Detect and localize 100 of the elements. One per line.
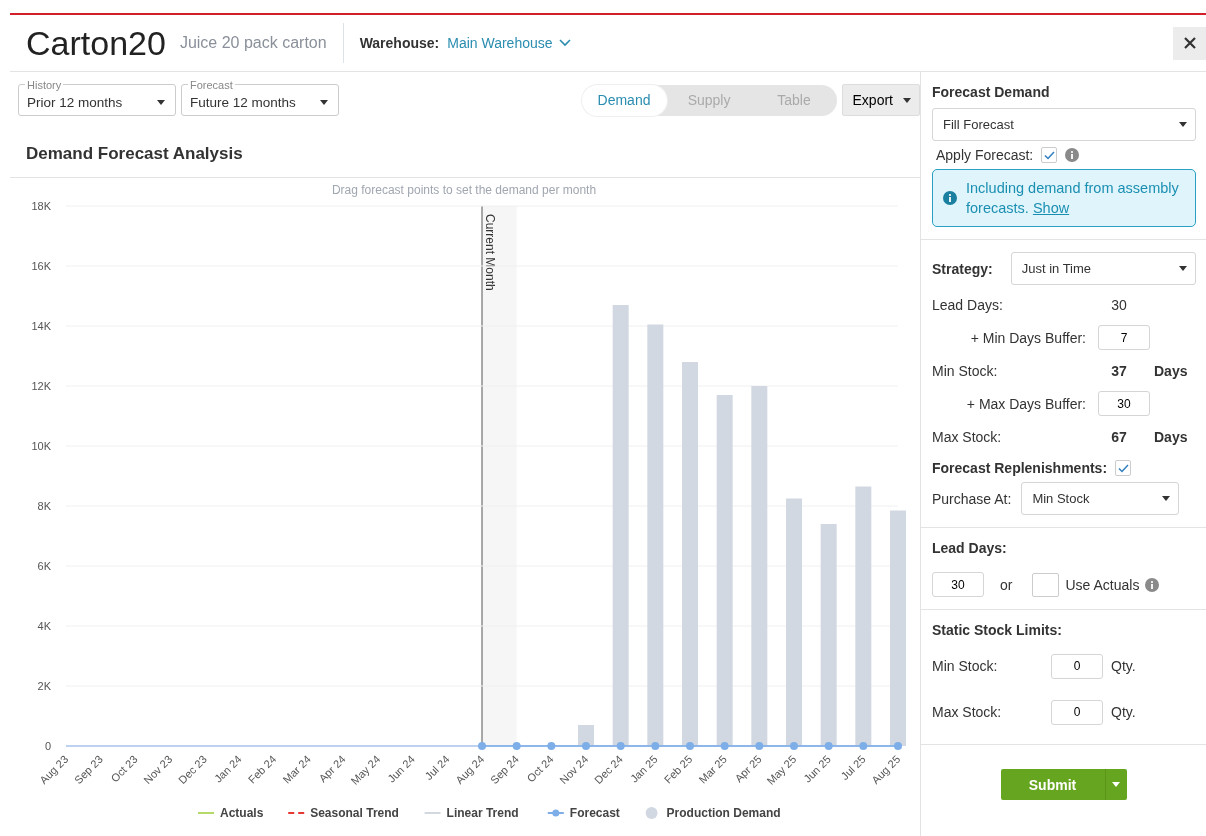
axis-label: 18K [31, 200, 51, 212]
axis-label: Sep 24 [487, 752, 522, 787]
legend-label[interactable]: Production Demand [666, 806, 781, 820]
axis-label: 0 [44, 740, 51, 752]
forecast-point[interactable] [651, 742, 660, 750]
legend-swatch-icon [546, 809, 565, 817]
legend-label[interactable]: Forecast [569, 806, 620, 820]
caret-icon [1112, 782, 1120, 787]
axis-label: Jan 25 [627, 752, 660, 785]
field-label: Max Stock: [932, 428, 1003, 445]
info-icon[interactable] [1065, 148, 1080, 162]
forecast-point[interactable] [616, 742, 625, 750]
legend-label[interactable]: Linear Trend [446, 806, 519, 820]
info-icon[interactable] [1145, 577, 1160, 592]
field-label: Lead Days: [932, 296, 1004, 313]
axis-label: May 25 [764, 752, 799, 787]
section-heading: Lead Days: [932, 540, 1008, 556]
section-heading: Static Stock Limits: [932, 622, 1063, 638]
axis-label: Jul 24 [422, 752, 452, 783]
axis-label: 10K [31, 440, 51, 452]
axis-label: Dec 23 [175, 752, 210, 787]
chevron-icon [558, 39, 571, 47]
product-subtitle: Juice 20 pack carton [179, 34, 327, 52]
legend-label[interactable]: Actuals [220, 806, 264, 820]
product-title: Carton20 [26, 23, 166, 63]
field-value: 37 [1110, 362, 1128, 379]
number-field[interactable]: 0 [1051, 653, 1103, 679]
field-value: 67 [1110, 428, 1128, 445]
legend-swatch-icon [645, 807, 658, 819]
number-field[interactable]: 30 [932, 572, 984, 597]
axis-label: Aug 25 [869, 752, 903, 787]
forecast-point[interactable] [686, 742, 694, 750]
unit-label: Qty. [1111, 658, 1136, 674]
field-label: Max Stock: [932, 704, 1003, 720]
field-label: + Min Days Buffer: [969, 329, 1087, 346]
axis-label: Dec 24 [591, 752, 626, 787]
caret-icon [1162, 496, 1171, 501]
caret-icon [903, 97, 911, 103]
section-title: Demand Forecast Analysis [10, 117, 920, 178]
axis-label: 8K [37, 500, 51, 512]
axis-label: 4K [37, 620, 51, 632]
forecast-point[interactable] [720, 742, 729, 750]
field-label: + Max Days Buffer: [965, 395, 1087, 412]
checkbox[interactable] [1115, 460, 1132, 476]
forecast-point[interactable] [547, 742, 556, 750]
axis-label: Apr 25 [732, 752, 764, 785]
axis-label: Nov 24 [557, 752, 591, 787]
or-label: or [1000, 576, 1013, 593]
number-field[interactable]: 0 [1051, 699, 1103, 725]
close-icon [1183, 37, 1196, 49]
axis-label: 16K [31, 260, 51, 272]
unit-label: Qty. [1111, 704, 1136, 720]
axis-label: Aug 23 [37, 752, 71, 787]
period-dropdown[interactable]: History Prior 12 months [18, 78, 176, 116]
number-field[interactable]: 30 [1098, 391, 1150, 416]
submit-menu-button[interactable] [1104, 769, 1127, 800]
period-dropdown[interactable]: Forecast Future 12 months [181, 78, 339, 116]
export-button[interactable]: Export [841, 84, 920, 116]
axis-label: Oct 24 [524, 752, 556, 785]
forecast-dropdown[interactable]: Fill Forecast [932, 108, 1196, 141]
field-label: Use Actuals [1065, 576, 1140, 593]
forecast-point[interactable] [478, 742, 486, 750]
checkbox[interactable] [1041, 147, 1058, 163]
axis-label: 14K [31, 320, 51, 332]
forecast-point[interactable] [859, 742, 868, 750]
field-label: Apply Forecast: [936, 147, 1034, 163]
warehouse-label: Warehouse: [359, 35, 440, 51]
axis-label: Feb 24 [245, 752, 279, 786]
axis-label: Aug 24 [453, 752, 487, 787]
axis-label: 12K [31, 380, 51, 392]
forecast-point[interactable] [894, 742, 902, 750]
legend-label[interactable]: Seasonal Trend [310, 806, 399, 820]
axis-label: Apr 24 [316, 752, 348, 785]
forecast-point[interactable] [512, 742, 521, 750]
axis-label: Sep 23 [71, 752, 106, 787]
section-heading: Forecast Demand [932, 84, 1051, 100]
forecast-point[interactable] [790, 742, 798, 750]
axis-label: Mar 25 [696, 752, 730, 786]
strategy-dropdown[interactable]: Just in Time [1010, 252, 1196, 285]
number-field[interactable]: 7 [1098, 325, 1150, 350]
caret-icon [1179, 122, 1187, 127]
unit-label: Days [1154, 428, 1188, 445]
caret-icon [157, 100, 165, 105]
info-icon [943, 191, 957, 205]
forecast-point[interactable] [582, 742, 590, 750]
checkbox[interactable] [1032, 572, 1060, 597]
chart-hint: Drag forecast points to set the demand per month [331, 183, 597, 197]
forecast-point[interactable] [824, 742, 833, 750]
view-tab[interactable]: Demand [581, 84, 667, 116]
axis-label: Jan 24 [211, 752, 244, 785]
field-label: Min Stock: [932, 362, 999, 379]
caret-icon [320, 100, 328, 105]
warehouse-dropdown[interactable]: Main Warehouse [439, 35, 571, 51]
forecast-point[interactable] [755, 742, 764, 750]
axis-label: Jul 25 [838, 752, 868, 783]
axis-label: Mar 24 [280, 752, 314, 786]
axis-label: 2K [37, 680, 51, 692]
close-button[interactable] [1173, 26, 1206, 60]
purchase-dropdown[interactable]: Min Stock [1021, 482, 1180, 515]
axis-label: Oct 23 [108, 752, 140, 785]
